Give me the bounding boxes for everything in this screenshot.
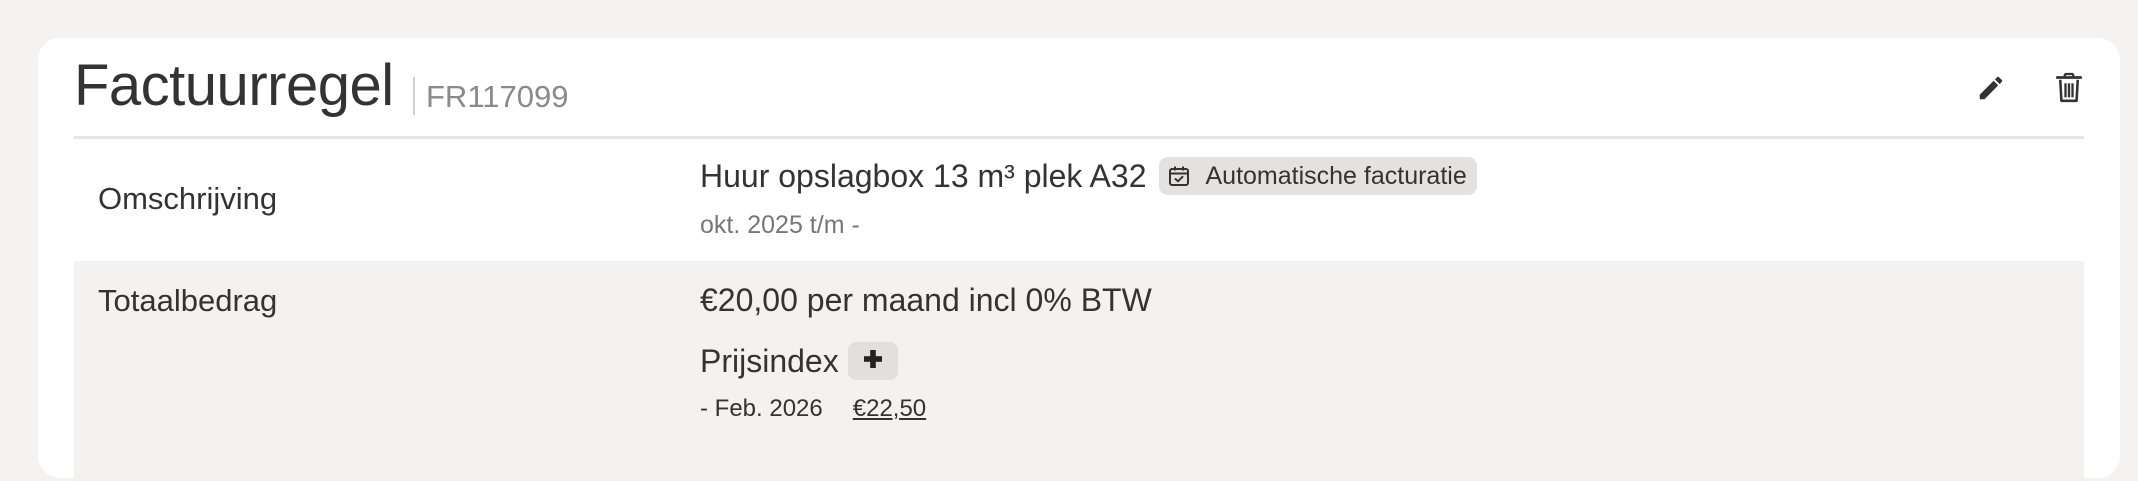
total-label: Totaalbedrag [98, 283, 278, 318]
price-index-label: Prijsindex [700, 342, 839, 379]
price-index-entry: - Feb. 2026 €22,50 [700, 395, 926, 423]
description-line: Huur opslagbox 13 m³ plek A32 Automatisc… [700, 157, 1477, 195]
card-header: Factuurregel FR117099 [74, 38, 2084, 139]
invoice-line-code: FR117099 [426, 79, 569, 114]
invoice-line-card: Factuurregel FR117099 Omschrijving Huur … [38, 38, 2120, 481]
delete-button[interactable] [2047, 68, 2091, 112]
edit-button[interactable] [1969, 68, 2013, 112]
billing-period: okt. 2025 t/m - [700, 211, 860, 239]
calendar-check-icon [1167, 164, 1191, 188]
plus-icon [862, 348, 884, 375]
description-text: Huur opslagbox 13 m³ plek A32 [700, 157, 1147, 194]
price-index-amount-link[interactable]: €22,50 [853, 395, 926, 423]
title-divider [413, 77, 415, 115]
pencil-icon [1976, 73, 2006, 108]
add-price-index-button[interactable] [847, 342, 898, 380]
price-index-line: Prijsindex [700, 342, 898, 380]
total-amount: €20,00 per maand incl 0% BTW [700, 282, 1152, 318]
description-row: Omschrijving Huur opslagbox 13 m³ plek A… [74, 139, 2084, 261]
badge-label: Automatische facturatie [1205, 161, 1467, 190]
trash-icon [2055, 72, 2083, 109]
price-index-date: - Feb. 2026 [700, 395, 823, 422]
description-label: Omschrijving [98, 181, 278, 216]
auto-billing-badge: Automatische facturatie [1159, 157, 1477, 195]
total-row: Totaalbedrag €20,00 per maand incl 0% BT… [74, 261, 2084, 481]
card-title: Factuurregel [74, 53, 394, 118]
